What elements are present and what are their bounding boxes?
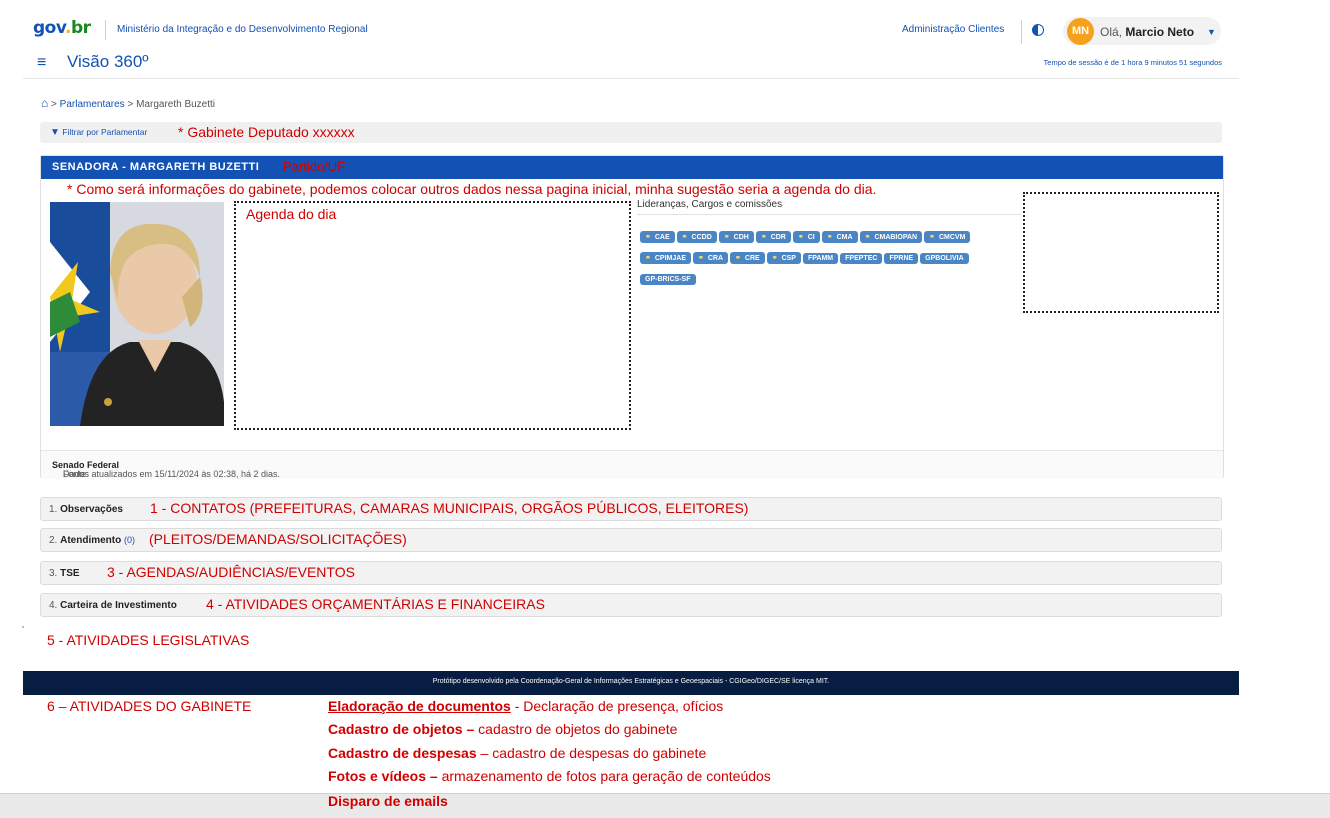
committee-chip-cae[interactable]: ⚭ CAE <box>640 231 675 243</box>
committee-chip-csp[interactable]: ⚭ CSP <box>766 252 801 264</box>
accordion-atendimento[interactable]: 2. Atendimento (0) (PLEITOS/DEMANDAS/SOL… <box>40 528 1222 552</box>
home-icon[interactable]: ⌂ <box>41 96 48 110</box>
annotation-party: Partido/UF <box>283 159 346 174</box>
agenda-placeholder: Agenda do dia <box>234 201 631 430</box>
header-divider <box>105 20 106 40</box>
bottom-bar <box>0 793 1330 818</box>
annotation-agenda-suggestion: * Como será informações do gabinete, pod… <box>67 181 877 197</box>
accordion-observacoes[interactable]: 1. Observações 1 - CONTATOS (PREFEITURAS… <box>40 497 1222 521</box>
gabinete-item: Cadastro de despesas – cadastro de despe… <box>328 745 707 761</box>
dot <box>22 626 24 628</box>
breadcrumb-current: Margareth Buzetti <box>136 99 216 110</box>
committee-chip-fpamm[interactable]: FPAMM <box>802 253 839 264</box>
app-title: Visão 360º <box>67 52 149 71</box>
committee-chip-cpimjae[interactable]: ⚭ CPIMJAE <box>640 252 691 264</box>
gabinete-item: Cadastro de objetos – cadastro de objeto… <box>328 721 678 737</box>
gabinete-item: Disparo de emails <box>328 793 448 809</box>
committee-chip-gp-brics-sf[interactable]: GP-BRICS-SF <box>640 274 696 285</box>
committee-chips: ⚭ CAE ⚭ CCDD ⚭ CDH ⚭ CDR ⚭ CI ⚭ CMA ⚭ CMABIOPAN ⚭ CMCVM… <box>640 226 1020 289</box>
update-info: Dados atualizados em 15/11/2024 às 02:38… <box>52 460 280 479</box>
top-header: gov.br Ministério da Integração e do Des… <box>23 12 1239 79</box>
link-icon: ⚭ <box>735 255 741 262</box>
count-badge: (0) <box>124 535 136 545</box>
breadcrumb-separator: > <box>127 99 134 110</box>
link-icon: ⚭ <box>771 255 778 262</box>
divider <box>637 214 1021 215</box>
committee-chip-fpeptec[interactable]: FPEPTEC <box>840 253 883 264</box>
senator-photo <box>50 202 224 426</box>
admin-clients-link[interactable]: Administração Clientes <box>902 24 1004 35</box>
committee-chip-cdr[interactable]: ⚭ CDR <box>755 231 791 243</box>
filter-toggle[interactable]: ▼ Filtrar por Parlamentar <box>50 127 147 138</box>
annotation-gabinete: * Gabinete Deputado xxxxxx <box>178 124 355 140</box>
link-icon: ⚭ <box>864 234 871 241</box>
committee-chip-cdh[interactable]: ⚭ CDH <box>718 231 754 243</box>
link-icon: ⚭ <box>645 255 651 262</box>
breadcrumb-parlamentares[interactable]: Parlamentares <box>60 99 125 110</box>
committee-chip-ci[interactable]: ⚭ CI <box>792 231 820 243</box>
link-icon: ⚭ <box>681 234 688 241</box>
placeholder-box <box>1023 192 1219 313</box>
page-footer: Protótipo desenvolvido pela Coordenação-… <box>23 671 1239 695</box>
header-divider <box>1021 20 1022 44</box>
chevron-down-icon[interactable]: ▼ <box>1207 27 1216 37</box>
committee-chip-cra[interactable]: ⚭ CRA <box>693 252 729 264</box>
annotation-agendas: 3 - AGENDAS/AUDIÊNCIAS/EVENTOS <box>107 564 355 580</box>
govbr-logo[interactable]: gov.br <box>33 18 91 38</box>
committee-chip-cma[interactable]: ⚭ CMA <box>821 231 858 243</box>
gabinete-item: Fotos e vídeos – armazenamento de fotos … <box>328 768 771 784</box>
user-greeting: Olá, Marcio Neto <box>1100 25 1195 39</box>
annotation-pleitos: (PLEITOS/DEMANDAS/SOLICITAÇÕES) <box>149 531 407 547</box>
card-footer: Dados atualizados em 15/11/2024 às 02:38… <box>41 450 1223 479</box>
link-icon: ⚭ <box>645 234 651 241</box>
accordion-carteira[interactable]: 4. Carteira de Investimento 4 - ATIVIDAD… <box>40 593 1222 617</box>
annotation-orcamentarias: 4 - ATIVIDADES ORÇAMENTÁRIAS E FINANCEIR… <box>206 596 545 612</box>
ministry-name: Ministério da Integração e do Desenvolvi… <box>117 24 368 35</box>
link-icon: ⚭ <box>797 234 804 241</box>
link-icon: ⚭ <box>760 234 767 241</box>
link-icon: ⚭ <box>826 234 833 241</box>
annotation-gabinete-activities: 6 – ATIVIDADES DO GABINETE <box>47 698 252 714</box>
filter-icon: ▼ <box>50 127 60 138</box>
avatar: MN <box>1067 18 1094 45</box>
link-icon: ⚭ <box>698 255 704 262</box>
committee-chip-fprne[interactable]: FPRNE <box>884 253 919 264</box>
committee-chip-cmabiopan[interactable]: ⚭ CMABIOPAN <box>859 231 923 243</box>
committee-chip-cmcvm[interactable]: ⚭ CMCVM <box>924 231 971 243</box>
contrast-icon[interactable] <box>1032 24 1044 36</box>
committee-chip-cre[interactable]: ⚭ CRE <box>730 252 765 264</box>
card-header: SENADORA - MARGARETH BUZETTI Partido/UF <box>41 156 1223 179</box>
committee-chip-ccdd[interactable]: ⚭ CCDD <box>676 231 717 243</box>
agenda-label: Agenda do dia <box>246 206 337 222</box>
link-icon: ⚭ <box>929 234 935 241</box>
breadcrumb: ⌂ > Parlamentares > Margareth Buzetti <box>41 96 215 110</box>
accordion-tse[interactable]: 3. TSE 3 - AGENDAS/AUDIÊNCIAS/EVENTOS <box>40 561 1222 585</box>
leaderships-title: Lideranças, Cargos e comissões <box>637 199 783 210</box>
link-icon: ⚭ <box>723 234 730 241</box>
committee-chip-gpbolivia[interactable]: GPBOLIVIA <box>920 253 969 264</box>
session-timer: Tempo de sessão é de 1 hora 9 minutos 51… <box>1043 58 1222 67</box>
hamburger-menu-icon[interactable]: ≡ <box>37 54 46 72</box>
annotation-contatos: 1 - CONTATOS (PREFEITURAS, CAMARAS MUNIC… <box>150 500 749 516</box>
annotation-legislativas: 5 - ATIVIDADES LEGISLATIVAS <box>47 632 250 648</box>
gabinete-item: Eladoração de documentos - Declaração de… <box>328 698 724 714</box>
user-menu[interactable]: MN Olá, Marcio Neto ▼ <box>1063 17 1221 45</box>
card-title: SENADORA - MARGARETH BUZETTI <box>52 161 260 173</box>
breadcrumb-separator: > <box>51 99 57 110</box>
filter-bar[interactable]: ▼ Filtrar por Parlamentar * Gabinete Dep… <box>40 122 1222 143</box>
